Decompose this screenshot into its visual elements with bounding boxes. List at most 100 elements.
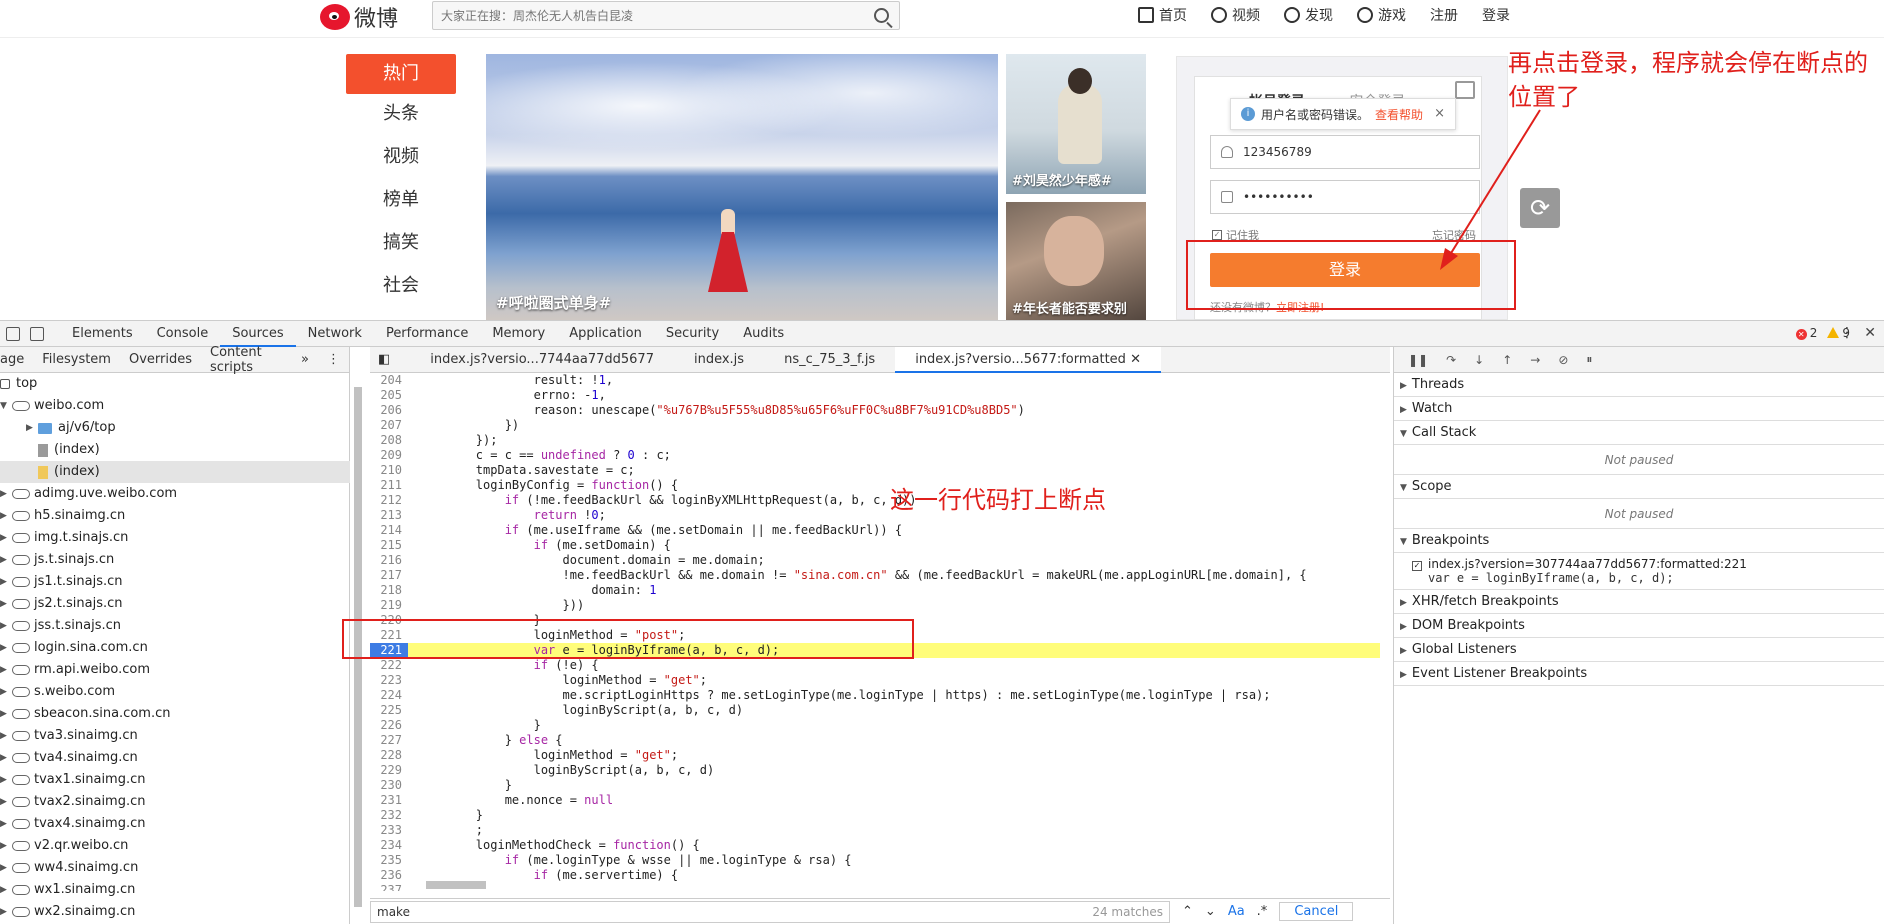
tree-item[interactable]: ▶ jss.t.sinajs.cn [0, 615, 350, 637]
tab-elements[interactable]: Elements [60, 321, 145, 347]
pause-on-exceptions-icon[interactable]: ⏸ [1586, 352, 1592, 367]
line-number[interactable]: 227 [370, 733, 408, 748]
tree-item[interactable]: ▶ js1.t.sinajs.cn [0, 571, 350, 593]
tree-toggle-icon[interactable]: ▶ [0, 747, 12, 769]
code-line[interactable]: 213 return !0; [370, 508, 1380, 523]
line-number[interactable]: 230 [370, 778, 408, 793]
tab-memory[interactable]: Memory [480, 321, 557, 347]
code-line[interactable]: 205 errno: -1, [370, 388, 1380, 403]
tree-toggle-icon[interactable]: ▶ [0, 813, 12, 835]
register-link[interactable]: 注册 [1430, 5, 1458, 25]
tab-console[interactable]: Console [145, 321, 221, 347]
channel-funny[interactable]: 搞笑 [346, 223, 456, 266]
step-over-icon[interactable]: ↷ [1446, 353, 1456, 367]
line-number[interactable]: 206 [370, 403, 408, 418]
line-number[interactable]: 237 [370, 883, 408, 891]
tree-item[interactable]: ▶ s.weibo.com [0, 681, 350, 703]
tree-toggle-icon[interactable]: ▶ [0, 857, 12, 879]
code-line[interactable]: 225 loginByScript(a, b, c, d) [370, 703, 1380, 718]
nav-home[interactable]: 首页 [1138, 5, 1187, 25]
code-line[interactable]: 216 document.domain = me.domain; [370, 553, 1380, 568]
line-number[interactable]: 231 [370, 793, 408, 808]
tree-item[interactable]: ▶ sbeacon.sina.com.cn [0, 703, 350, 725]
tree-item[interactable]: ▶ tvax1.sinaimg.cn [0, 769, 350, 791]
navigator-menu-icon[interactable]: ⋮ [318, 352, 349, 367]
code-line[interactable]: 234 loginMethodCheck = function() { [370, 838, 1380, 853]
line-number[interactable]: 235 [370, 853, 408, 868]
tree-toggle-icon[interactable]: ▶ [0, 681, 12, 703]
hero-image[interactable]: #呼啦圈式单身# [486, 54, 998, 320]
code-line[interactable]: 231 me.nonce = null [370, 793, 1380, 808]
editor-tab-2[interactable]: index.js [674, 347, 764, 373]
password-field[interactable]: •••••••••• [1210, 180, 1480, 214]
tree-toggle-icon[interactable]: ▶ [0, 505, 12, 527]
tree-item[interactable]: ▶ ww4.sinaimg.cn [0, 857, 350, 879]
step-out-icon[interactable]: ↑ [1502, 353, 1512, 367]
section-dom-breakpoints[interactable]: ▶ DOM Breakpoints [1394, 614, 1884, 638]
code-line[interactable]: 223 loginMethod = "get"; [370, 673, 1380, 688]
tree-item[interactable]: ▼ weibo.com [0, 395, 350, 417]
line-number[interactable]: 209 [370, 448, 408, 463]
tab-application[interactable]: Application [557, 321, 654, 347]
tree-toggle-icon[interactable]: ▶ [0, 549, 12, 571]
line-number[interactable]: 228 [370, 748, 408, 763]
code-line[interactable]: 211 loginByConfig = function() { [370, 478, 1380, 493]
line-number[interactable]: 225 [370, 703, 408, 718]
code-line[interactable]: 210 tmpData.savestate = c; [370, 463, 1380, 478]
error-count[interactable]: ✕ 2 [1795, 326, 1817, 340]
code-line[interactable]: 226 } [370, 718, 1380, 733]
line-number[interactable]: 208 [370, 433, 408, 448]
search-box[interactable] [432, 1, 900, 30]
tree-toggle-icon[interactable]: ▶ [26, 417, 38, 439]
side-card-2[interactable]: #年长者能否要求别 [1006, 202, 1146, 320]
channel-video[interactable]: 视频 [346, 137, 456, 180]
line-number[interactable]: 236 [370, 868, 408, 883]
tree-toggle-icon[interactable]: ▶ [0, 703, 12, 725]
close-devtools-icon[interactable]: ✕ [1864, 325, 1876, 341]
side-card-1-tag[interactable]: #刘昊然少年感# [1012, 170, 1112, 189]
section-scope[interactable]: ▼ Scope [1394, 475, 1884, 499]
line-number[interactable]: 219 [370, 598, 408, 613]
code-line[interactable]: 215 if (me.setDomain) { [370, 538, 1380, 553]
tree-item[interactable]: ▶ tvax2.sinaimg.cn [0, 791, 350, 813]
tree-item[interactable]: ▶ adimg.uve.weibo.com [0, 483, 350, 505]
hero-tag[interactable]: #呼啦圈式单身# [496, 292, 611, 313]
device-toggle-icon[interactable] [30, 326, 44, 341]
line-number[interactable]: 216 [370, 553, 408, 568]
search-input[interactable] [433, 2, 853, 29]
code-line[interactable]: 208 }); [370, 433, 1380, 448]
remember-checkbox[interactable]: ✓ [1212, 230, 1222, 240]
tree-toggle-icon[interactable]: ▶ [0, 571, 12, 593]
breakpoint-item[interactable]: ✓ index.js?version=307744aa77dd5677:forma… [1394, 553, 1884, 590]
line-number[interactable]: 226 [370, 718, 408, 733]
line-number[interactable]: 232 [370, 808, 408, 823]
tree-item[interactable]: (index) [0, 439, 350, 461]
code-line[interactable]: 233 ; [370, 823, 1380, 838]
toggle-navigator-icon[interactable]: ◧ [370, 347, 410, 373]
tree-toggle-icon[interactable]: ▶ [0, 769, 12, 791]
tree-item[interactable]: ▶ js2.t.sinajs.cn [0, 593, 350, 615]
search-icon[interactable] [874, 8, 889, 23]
code-line[interactable]: 217 !me.feedBackUrl && me.domain != "sin… [370, 568, 1380, 583]
step-into-icon[interactable]: ↓ [1474, 353, 1484, 367]
line-number[interactable]: 229 [370, 763, 408, 778]
tree-item[interactable]: ▶ wx1.sinaimg.cn [0, 879, 350, 901]
tab-network[interactable]: Network [296, 321, 374, 347]
line-number[interactable]: 205 [370, 388, 408, 403]
tab-performance[interactable]: Performance [374, 321, 480, 347]
tab-content-scripts[interactable]: Content scripts [201, 345, 292, 375]
tree-item[interactable]: ▶ v2.qr.weibo.cn [0, 835, 350, 857]
find-input[interactable]: make 24 matches [370, 900, 1170, 923]
close-tab-icon[interactable]: ✕ [1130, 352, 1141, 367]
tree-item[interactable]: ▶ js.t.sinajs.cn [0, 549, 350, 571]
section-breakpoints[interactable]: ▼ Breakpoints [1394, 529, 1884, 553]
tree-toggle-icon[interactable]: ▶ [0, 725, 12, 747]
section-watch[interactable]: ▶ Watch [1394, 397, 1884, 421]
tab-security[interactable]: Security [654, 321, 731, 347]
find-prev-icon[interactable]: ⌃ [1182, 904, 1193, 919]
code-line[interactable]: 228 loginMethod = "get"; [370, 748, 1380, 763]
refresh-icon[interactable]: ⟳ [1520, 188, 1560, 228]
code-line[interactable]: 219 })) [370, 598, 1380, 613]
code-line[interactable]: 230 } [370, 778, 1380, 793]
editor-scrollbar[interactable] [426, 881, 486, 889]
